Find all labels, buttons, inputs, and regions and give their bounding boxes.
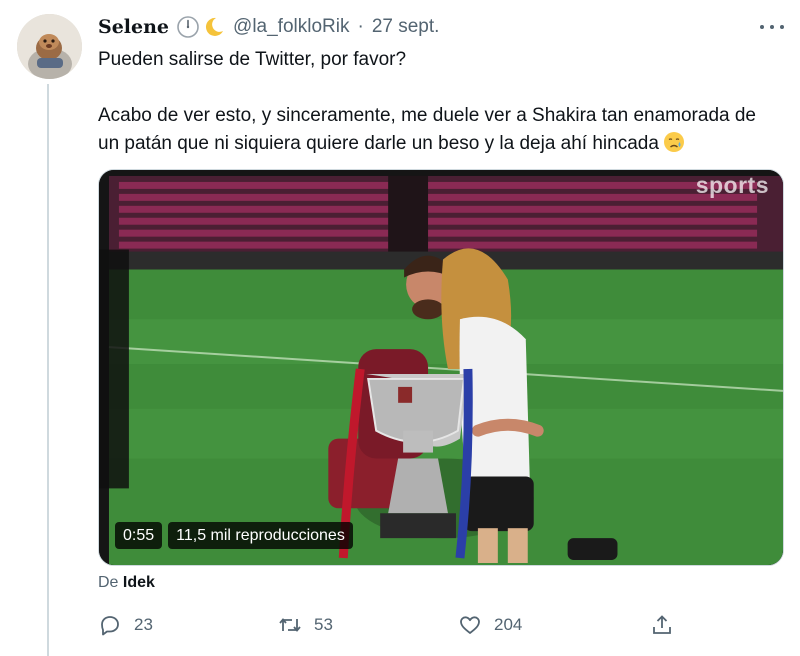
reply-count: 23: [134, 615, 153, 634]
more-dot: [770, 25, 774, 29]
video-frame: [99, 170, 783, 565]
tweet-actions: 23 53 204: [98, 610, 678, 640]
thread-line: [47, 84, 49, 656]
tweet-text-paragraph2-content: Acabo de ver esto, y sinceramente, me du…: [98, 105, 756, 154]
tweet-text-paragraph2: Acabo de ver esto, y sinceramente, me du…: [98, 102, 768, 158]
retweet-count: 53: [314, 615, 333, 634]
reply-button[interactable]: 23: [98, 610, 153, 640]
reply-icon: [101, 616, 119, 636]
video-duration: 0:55: [115, 522, 163, 549]
heart-icon: [460, 616, 480, 634]
video-source: De Idek: [98, 574, 155, 592]
like-count: 204: [494, 615, 523, 634]
tweet-text: Pueden salirse de Twitter, por favor? Ac…: [98, 46, 768, 158]
author-handle[interactable]: @la_folkloRik: [233, 16, 349, 38]
video-overlay: 0:55 11,5 mil reproducciones: [115, 522, 353, 549]
retweet-icon: [279, 618, 301, 632]
share-button[interactable]: [650, 610, 674, 640]
tweet-date[interactable]: 27 sept.: [372, 16, 440, 38]
source-prefix: De: [98, 574, 119, 591]
more-dot: [760, 25, 764, 29]
retweet-button[interactable]: 53: [278, 610, 333, 640]
header-separator: ·: [357, 16, 364, 37]
crescent-moon-emoji-icon: [205, 17, 224, 36]
clock-emoji-icon: [177, 16, 199, 38]
like-button[interactable]: 204: [458, 610, 522, 640]
share-icon: [653, 615, 671, 634]
tweet-text-line1: Pueden salirse de Twitter, por favor?: [98, 49, 407, 70]
video-views: 11,5 mil reproducciones: [168, 522, 353, 549]
more-dot: [780, 25, 784, 29]
sad-but-relieved-face-emoji-icon: [663, 132, 684, 152]
more-options-icon[interactable]: [760, 18, 784, 36]
tweet-header: Selene @la_folkloRik · 27 sept.: [98, 14, 439, 40]
avatar[interactable]: [17, 14, 82, 79]
avatar-image: [17, 14, 82, 79]
video-watermark: sports: [695, 172, 769, 198]
video-player[interactable]: sports 0:55 11,5 mil reproducciones: [98, 169, 784, 566]
author-name[interactable]: Selene: [98, 16, 169, 38]
source-account-link[interactable]: Idek: [123, 574, 155, 591]
